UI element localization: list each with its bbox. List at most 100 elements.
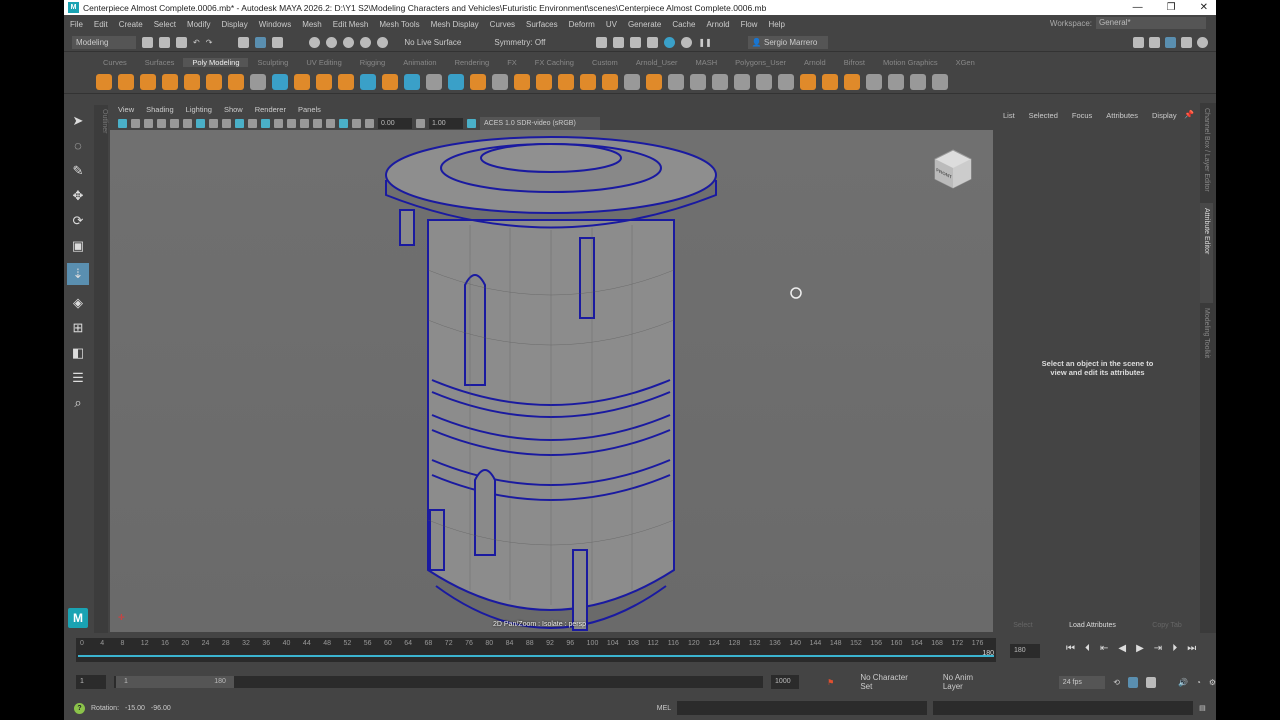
smooth-shade-icon[interactable]: [235, 118, 244, 128]
animation-end-field[interactable]: 1000: [771, 675, 800, 689]
step-back-key-icon[interactable]: ⇤: [1100, 643, 1108, 654]
search-icon[interactable]: ⌕: [71, 395, 86, 410]
menu-mesh[interactable]: Mesh: [302, 20, 322, 29]
camera-attributes-icon[interactable]: [118, 118, 127, 128]
ae-copy-tab-button[interactable]: Copy Tab: [1152, 622, 1181, 629]
panel-menu-show[interactable]: Show: [224, 105, 243, 114]
shelf-tool-icon[interactable]: [580, 73, 596, 90]
xray-joints-icon[interactable]: [352, 118, 361, 128]
play-backward-icon[interactable]: ◀: [1118, 643, 1126, 654]
image-plane-icon[interactable]: [144, 118, 153, 128]
animation-start-field[interactable]: 1: [76, 675, 106, 689]
move-tool-icon[interactable]: ✥: [71, 188, 86, 203]
menu-create[interactable]: Create: [119, 20, 143, 29]
antialiasing-icon[interactable]: [326, 118, 335, 128]
shelf-tab-arnold-user[interactable]: Arnold_User: [627, 58, 687, 67]
shelf-tool-icon[interactable]: [910, 73, 926, 90]
viewport-persp[interactable]: FRONT ✛ 2D Pan/Zoom : Isolate : persp: [110, 130, 993, 632]
shelf-tab-bifrost[interactable]: Bifrost: [835, 58, 874, 67]
shelf-tab-motion-graphics[interactable]: Motion Graphics: [874, 58, 947, 67]
menu-uv[interactable]: UV: [606, 20, 617, 29]
snap-view-icon[interactable]: [360, 37, 372, 48]
menu-flow[interactable]: Flow: [741, 20, 758, 29]
shelf-tool-icon[interactable]: [778, 73, 794, 90]
shelf-tool-icon[interactable]: [822, 73, 838, 90]
range-slider[interactable]: 1 180: [113, 676, 764, 688]
shelf-tool-icon[interactable]: [690, 73, 706, 90]
exposure-icon[interactable]: [365, 118, 374, 128]
playback-speed-icon[interactable]: ◔: [1196, 678, 1201, 687]
menu-file[interactable]: File: [70, 20, 83, 29]
script-editor-icon[interactable]: ▤: [1199, 704, 1206, 712]
side-tab-channel-box-layer-editor[interactable]: Channel Box / Layer Editor: [1200, 103, 1213, 203]
shelf-tab-mash[interactable]: MASH: [687, 58, 727, 67]
shelf-tab-fx-caching[interactable]: FX Caching: [526, 58, 583, 67]
menu-deform[interactable]: Deform: [569, 20, 595, 29]
shelf-tool-icon[interactable]: [404, 73, 420, 90]
snap-point-icon[interactable]: [343, 37, 355, 48]
shelf-tab-uv-editing[interactable]: UV Editing: [297, 58, 350, 67]
outliner-layout-icon[interactable]: ☰: [71, 370, 86, 385]
gamma-icon[interactable]: [416, 118, 425, 128]
wireframe-icon[interactable]: [222, 118, 231, 128]
shelf-tool-icon[interactable]: [536, 73, 552, 90]
fps-dropdown[interactable]: 24 fps: [1058, 675, 1106, 689]
textured-icon[interactable]: [248, 118, 257, 128]
shelf-tab-rigging[interactable]: Rigging: [351, 58, 394, 67]
pan-zoom-icon[interactable]: [196, 118, 205, 128]
step-forward-key-icon[interactable]: ⇥: [1154, 643, 1162, 654]
shelf-tool-icon[interactable]: [514, 73, 530, 90]
shelf-tool-icon[interactable]: [426, 73, 442, 90]
tool-settings-icon[interactable]: [1181, 37, 1192, 48]
shelf-tool-icon[interactable]: [360, 73, 376, 90]
resolution-gate-icon[interactable]: [183, 118, 192, 128]
shelf-tool-icon[interactable]: [118, 73, 134, 90]
maya-home-icon[interactable]: M: [68, 608, 88, 628]
shelf-tool-icon[interactable]: [316, 73, 332, 90]
menu-help[interactable]: Help: [768, 20, 784, 29]
save-scene-icon[interactable]: [176, 37, 187, 48]
color-management-icon[interactable]: [467, 118, 476, 128]
live-surface-label[interactable]: No Live Surface: [404, 38, 484, 47]
render-view-icon[interactable]: [596, 37, 608, 48]
lights-icon[interactable]: [287, 118, 296, 128]
go-to-start-icon[interactable]: ⏮: [1066, 643, 1075, 654]
shelf-tab-surfaces[interactable]: Surfaces: [136, 58, 184, 67]
shelf-tool-icon[interactable]: [140, 73, 156, 90]
shelf-tab-arnold[interactable]: Arnold: [795, 58, 835, 67]
menu-surfaces[interactable]: Surfaces: [526, 20, 558, 29]
play-forward-icon[interactable]: ▶: [1136, 643, 1144, 654]
ambient-occlusion-icon[interactable]: [313, 118, 322, 128]
grid-icon[interactable]: [157, 118, 166, 128]
shelf-tool-icon[interactable]: [756, 73, 772, 90]
command-input[interactable]: [677, 701, 928, 715]
outliner-tab[interactable]: Outliner: [94, 105, 108, 633]
ae-menu-list[interactable]: List: [1003, 111, 1015, 120]
menu-select[interactable]: Select: [154, 20, 176, 29]
shelf-tool-icon[interactable]: [448, 73, 464, 90]
hypershade-icon[interactable]: [664, 37, 676, 48]
shelf-tool-icon[interactable]: [624, 73, 640, 90]
shelf-tab-fx[interactable]: FX: [498, 58, 526, 67]
shelf-tab-rendering[interactable]: Rendering: [446, 58, 499, 67]
shelf-tool-icon[interactable]: [470, 73, 486, 90]
xray-icon[interactable]: [274, 118, 283, 128]
select-component-icon[interactable]: [272, 37, 284, 48]
four-view-layout-icon[interactable]: ⊞: [71, 320, 86, 335]
shelf-tab-curves[interactable]: Curves: [94, 58, 136, 67]
ae-load-attributes-button[interactable]: Load Attributes: [1069, 622, 1116, 629]
menu-modify[interactable]: Modify: [187, 20, 211, 29]
last-tool-icon[interactable]: ⇣: [67, 263, 89, 285]
minimize-button[interactable]: —: [1133, 0, 1143, 15]
menu-curves[interactable]: Curves: [490, 20, 515, 29]
shelf-tool-icon[interactable]: [866, 73, 882, 90]
menu-mesh-display[interactable]: Mesh Display: [431, 20, 479, 29]
menu-edit[interactable]: Edit: [94, 20, 108, 29]
menu-display[interactable]: Display: [222, 20, 248, 29]
ipr-render-icon[interactable]: [630, 37, 642, 48]
symmetry-dropdown[interactable]: Symmetry: Off: [490, 36, 571, 49]
attribute-editor-toggle-icon[interactable]: [1165, 37, 1176, 48]
lasso-tool-icon[interactable]: ◌: [71, 138, 86, 153]
shelf-tool-icon[interactable]: [558, 73, 574, 90]
shelf-tool-icon[interactable]: [250, 73, 266, 90]
